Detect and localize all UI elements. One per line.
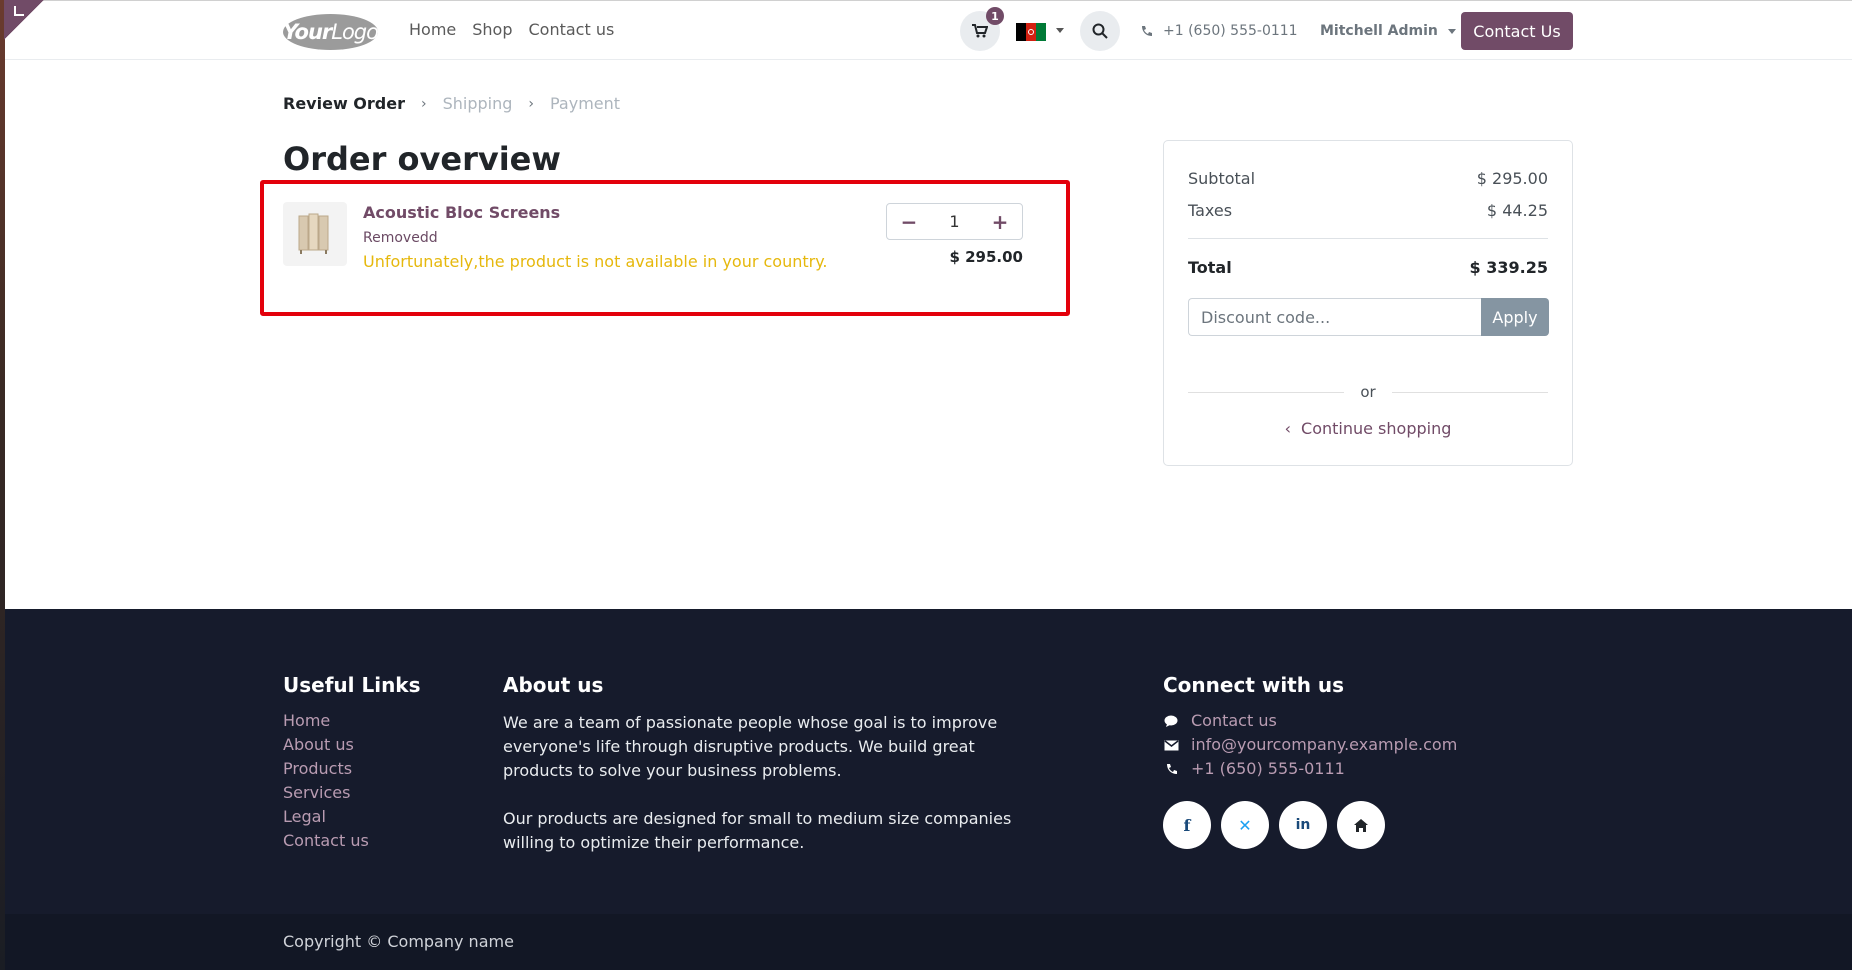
- linkedin-icon[interactable]: in: [1279, 801, 1327, 849]
- or-label: or: [1360, 383, 1376, 401]
- order-summary-card: Subtotal $ 295.00 Taxes $ 44.25 Total $ …: [1163, 140, 1573, 466]
- chevron-left-icon: ‹: [1284, 419, 1292, 438]
- decrease-quantity-button[interactable]: −: [887, 204, 931, 239]
- cart-icon: [972, 24, 988, 38]
- language-flag-icon[interactable]: [1016, 23, 1046, 41]
- total-label: Total: [1188, 258, 1232, 277]
- footer-link-contact-us[interactable]: Contact us: [283, 831, 421, 851]
- product-variant: Removedd: [363, 230, 438, 246]
- chat-bubble-icon: [1163, 715, 1179, 728]
- useful-links-title: Useful Links: [283, 673, 421, 697]
- social-links: f ✕ in: [1163, 801, 1457, 849]
- corner-toggle[interactable]: [4, 0, 44, 40]
- search-icon: [1092, 23, 1108, 39]
- discount-form: Apply: [1188, 298, 1549, 336]
- connect-section: Connect with us Contact us info@yourcomp…: [1163, 673, 1457, 849]
- connect-phone-link[interactable]: +1 (650) 555-0111: [1163, 759, 1457, 779]
- home-icon[interactable]: [1337, 801, 1385, 849]
- availability-warning: Unfortunately,the product is not availab…: [363, 252, 828, 271]
- taxes-row: Taxes $ 44.25: [1188, 201, 1548, 220]
- taxes-label: Taxes: [1188, 201, 1233, 220]
- connect-contact-text: Contact us: [1191, 711, 1277, 730]
- footer-link-services[interactable]: Services: [283, 783, 421, 803]
- about-paragraph-1: We are a team of passionate people whose…: [503, 713, 998, 780]
- chevron-right-icon: ›: [528, 95, 534, 112]
- quantity-value[interactable]: 1: [931, 212, 978, 231]
- summary-divider: [1188, 238, 1548, 239]
- main-nav: Home Shop Contact us: [409, 20, 614, 39]
- subtotal-row: Subtotal $ 295.00: [1188, 169, 1548, 188]
- quantity-stepper: − 1 +: [886, 203, 1023, 240]
- nav-contact-us[interactable]: Contact us: [529, 20, 615, 39]
- search-button[interactable]: [1080, 11, 1120, 51]
- continue-shopping-label: Continue shopping: [1301, 419, 1452, 438]
- connect-contact-link[interactable]: Contact us: [1163, 711, 1457, 731]
- logo-text-light: Logo: [331, 20, 379, 44]
- envelope-icon: [1163, 739, 1179, 751]
- footer-link-home[interactable]: Home: [283, 711, 421, 731]
- copyright-bar: Copyright © Company name: [5, 914, 1852, 970]
- product-name-link[interactable]: Acoustic Bloc Screens: [363, 203, 560, 222]
- subtotal-value: $ 295.00: [1476, 169, 1548, 188]
- total-value: $ 339.25: [1469, 258, 1548, 277]
- copyright-text: Copyright © Company name: [283, 932, 514, 951]
- user-caret-icon: [1447, 28, 1456, 34]
- connect-email-link[interactable]: info@yourcompany.example.com: [1163, 735, 1457, 755]
- subtotal-label: Subtotal: [1188, 169, 1256, 188]
- step-shipping[interactable]: Shipping: [443, 94, 513, 113]
- x-twitter-icon[interactable]: ✕: [1221, 801, 1269, 849]
- footer-link-legal[interactable]: Legal: [283, 807, 421, 827]
- connect-email-text: info@yourcompany.example.com: [1191, 735, 1458, 754]
- connect-phone-text: +1 (650) 555-0111: [1191, 759, 1345, 778]
- header-phone-text: +1 (650) 555-0111: [1163, 23, 1298, 39]
- step-payment[interactable]: Payment: [550, 94, 620, 113]
- logo-text-bold: Your: [283, 20, 332, 44]
- taxes-value: $ 44.25: [1486, 201, 1548, 220]
- phone-icon: [1163, 763, 1179, 776]
- header-phone[interactable]: +1 (650) 555-0111: [1140, 23, 1298, 39]
- nav-home[interactable]: Home: [409, 20, 456, 39]
- checkout-steps: Review Order › Shipping › Payment: [283, 94, 620, 113]
- product-image[interactable]: [283, 202, 347, 266]
- step-review-order[interactable]: Review Order: [283, 94, 405, 113]
- footer-link-products[interactable]: Products: [283, 759, 421, 779]
- screen-product-icon: [298, 213, 329, 254]
- useful-links-section: Useful Links Home About us Products Serv…: [283, 673, 421, 851]
- footer-link-about-us[interactable]: About us: [283, 735, 421, 755]
- corner-icon: [14, 6, 24, 16]
- header-contact-button[interactable]: Contact Us: [1461, 12, 1573, 50]
- language-caret-icon[interactable]: [1056, 28, 1064, 33]
- user-name: Mitchell Admin: [1320, 23, 1438, 39]
- cart-count-badge: 1: [986, 7, 1004, 25]
- page-title: Order overview: [283, 140, 561, 178]
- about-title: About us: [503, 673, 604, 697]
- line-price: $ 295.00: [949, 248, 1023, 266]
- or-separator: or: [1188, 383, 1549, 401]
- apply-discount-button[interactable]: Apply: [1481, 298, 1549, 336]
- total-row: Total $ 339.25: [1188, 258, 1548, 277]
- connect-title: Connect with us: [1163, 673, 1345, 697]
- site-footer: Useful Links Home About us Products Serv…: [5, 609, 1852, 914]
- phone-icon: [1142, 25, 1152, 36]
- about-section: About us We are a team of passionate peo…: [503, 673, 1023, 855]
- continue-shopping-link[interactable]: ‹ Continue shopping: [1164, 419, 1572, 438]
- increase-quantity-button[interactable]: +: [978, 204, 1022, 239]
- discount-code-input[interactable]: [1188, 298, 1481, 336]
- site-logo[interactable]: Your Logo: [283, 14, 379, 50]
- facebook-icon[interactable]: f: [1163, 801, 1211, 849]
- about-paragraph-2: Our products are designed for small to m…: [503, 809, 1012, 852]
- chevron-right-icon: ›: [420, 95, 427, 112]
- user-menu[interactable]: Mitchell Admin: [1320, 23, 1456, 39]
- nav-shop[interactable]: Shop: [472, 20, 512, 39]
